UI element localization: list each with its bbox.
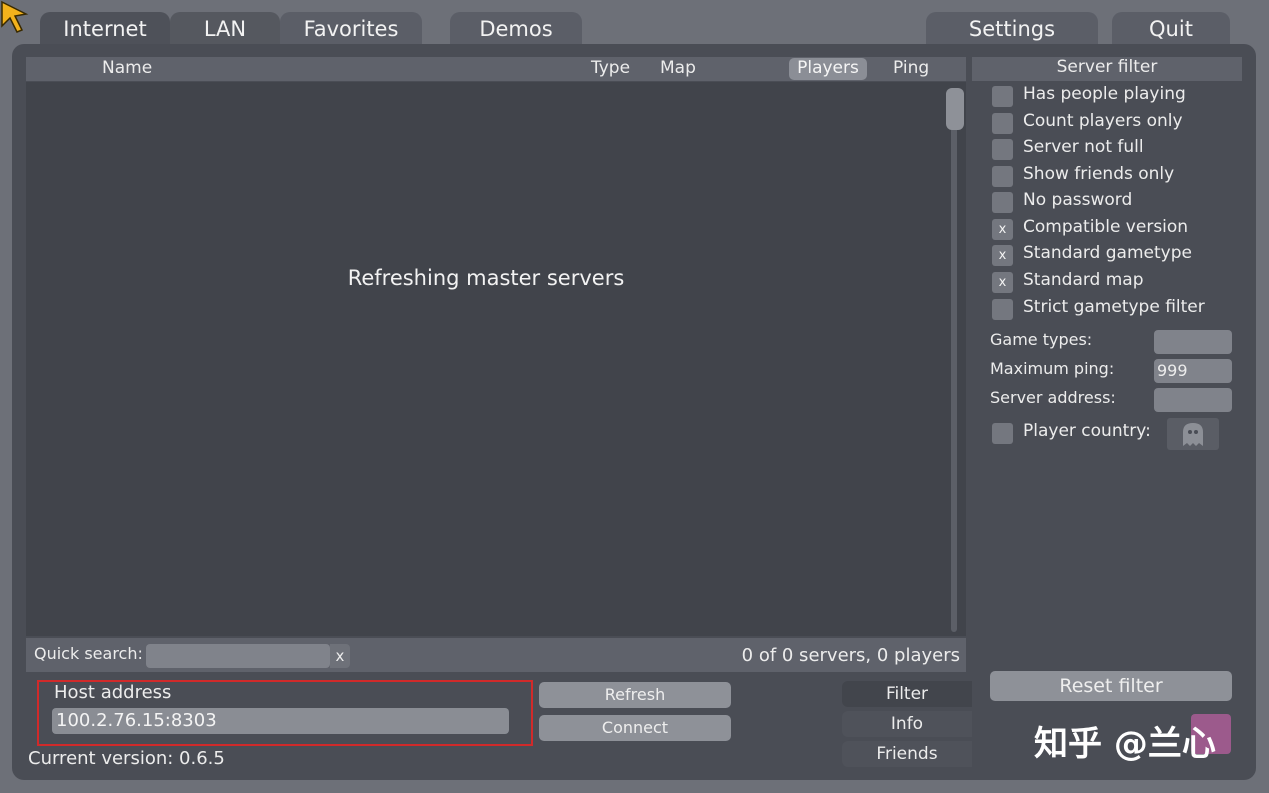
server-count: 0 of 0 servers, 0 players xyxy=(741,645,960,666)
game-types-label: Game types: xyxy=(990,330,1093,349)
list-status-message: Refreshing master servers xyxy=(347,266,625,290)
checkbox[interactable] xyxy=(992,192,1013,213)
scrollbar-thumb[interactable] xyxy=(946,88,964,130)
checkbox[interactable] xyxy=(992,139,1013,160)
checkbox[interactable] xyxy=(992,166,1013,187)
quick-search-clear-button[interactable]: x xyxy=(330,644,350,668)
checkbox[interactable] xyxy=(992,113,1013,134)
checkbox[interactable] xyxy=(992,86,1013,107)
checkbox-checked[interactable]: x xyxy=(992,272,1013,293)
quick-search-input[interactable] xyxy=(146,644,330,668)
checkbox[interactable] xyxy=(992,299,1013,320)
server-filter-title: Server filter xyxy=(972,57,1242,81)
column-ping[interactable]: Ping xyxy=(893,58,929,78)
checkbox-checked[interactable]: x xyxy=(992,245,1013,266)
quick-search-label: Quick search: xyxy=(34,644,143,663)
checkbox[interactable] xyxy=(992,423,1013,444)
tab-quit[interactable]: Quit xyxy=(1112,12,1230,46)
scrollbar-track[interactable] xyxy=(951,88,957,632)
tab-lan[interactable]: LAN xyxy=(170,12,280,46)
tab-internet[interactable]: Internet xyxy=(40,12,170,46)
maximum-ping-label: Maximum ping: xyxy=(990,359,1115,378)
checkbox-checked[interactable]: x xyxy=(992,219,1013,240)
connect-button[interactable]: Connect xyxy=(539,715,731,741)
server-address-input[interactable] xyxy=(1154,388,1232,412)
tab-favorites[interactable]: Favorites xyxy=(280,12,422,46)
tab-info[interactable]: Info xyxy=(842,711,972,737)
server-list[interactable] xyxy=(26,82,966,636)
column-type[interactable]: Type xyxy=(591,58,630,78)
refresh-button[interactable]: Refresh xyxy=(539,682,731,708)
host-address-input[interactable]: 100.2.76.15:8303 xyxy=(52,708,509,734)
column-map[interactable]: Map xyxy=(660,58,696,78)
reset-filter-button[interactable]: Reset filter xyxy=(990,671,1232,701)
host-address-label: Host address xyxy=(54,682,172,703)
watermark-text: 知乎 @兰心 xyxy=(1034,724,1216,764)
server-address-label: Server address: xyxy=(990,388,1116,407)
server-list-header: Name Type Map Players Ping xyxy=(26,57,966,81)
mouse-cursor-icon xyxy=(1,0,29,33)
ghost-flag-icon xyxy=(1183,423,1203,446)
tab-friends[interactable]: Friends xyxy=(842,741,972,767)
column-name[interactable]: Name xyxy=(102,58,152,78)
tab-filter[interactable]: Filter xyxy=(842,681,972,707)
tab-demos[interactable]: Demos xyxy=(450,12,582,46)
tab-settings[interactable]: Settings xyxy=(926,12,1098,46)
country-flag-selector[interactable] xyxy=(1167,418,1219,450)
game-types-input[interactable] xyxy=(1154,330,1232,354)
maximum-ping-input[interactable]: 999 xyxy=(1154,359,1232,383)
column-players[interactable]: Players xyxy=(789,58,867,80)
version-label: Current version: 0.6.5 xyxy=(28,748,225,769)
